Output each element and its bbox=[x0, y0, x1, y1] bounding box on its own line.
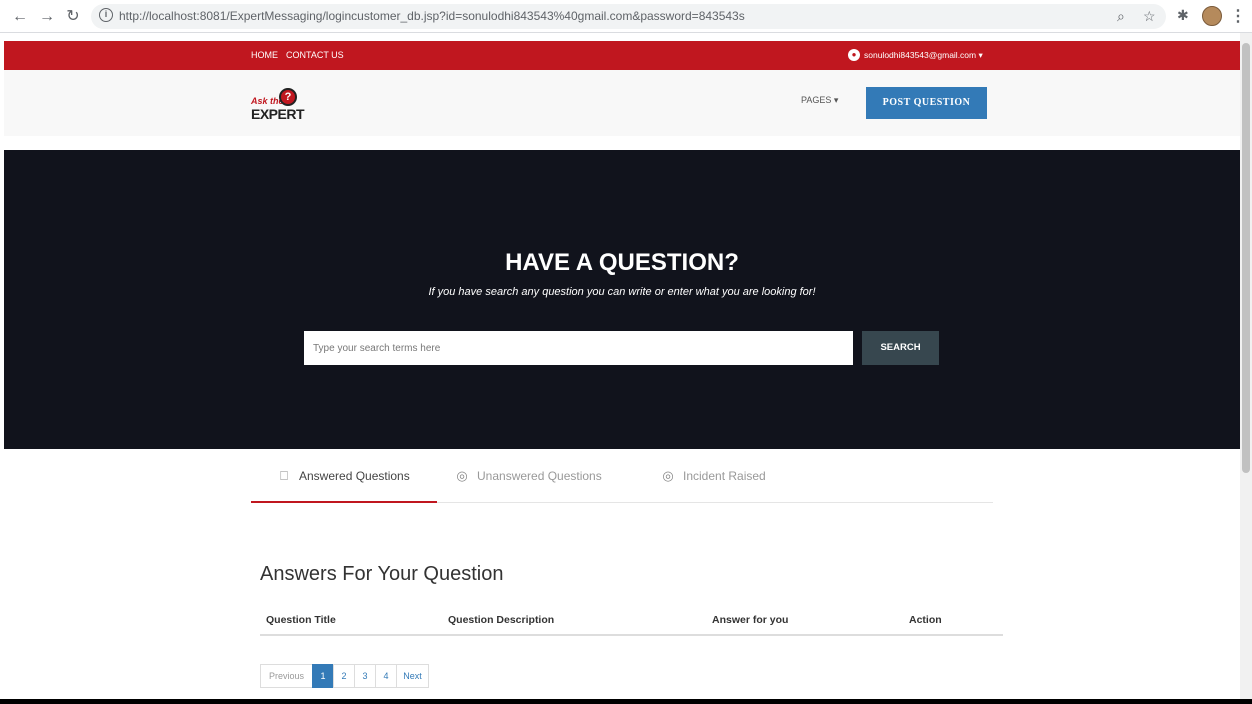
site-header: Ask the ? EXPERT PAGES ▾ POST QUESTION bbox=[4, 70, 1240, 136]
tab-label: Unanswered Questions bbox=[477, 469, 602, 483]
hero-section: HAVE A QUESTION? If you have search any … bbox=[4, 150, 1240, 449]
tab-answered-questions[interactable]: ⎕ Answered Questions bbox=[251, 450, 437, 503]
info-icon[interactable]: i bbox=[99, 8, 113, 22]
tab-label: Answered Questions bbox=[299, 469, 410, 483]
pagination: Previous 1 2 3 4 Next bbox=[260, 664, 429, 688]
answers-heading: Answers For Your Question bbox=[260, 563, 504, 585]
question-tabs: ⎕ Answered Questions ◎ Unanswered Question… bbox=[251, 450, 993, 503]
nav-contact-link[interactable]: CONTACT US bbox=[286, 50, 344, 60]
address-bar[interactable]: i http://localhost:8081/ExpertMessaging/… bbox=[91, 4, 1166, 29]
pagination-previous[interactable]: Previous bbox=[260, 664, 313, 688]
layers-icon: ◎ bbox=[456, 468, 468, 483]
browser-toolbar: ← → ↻ i http://localhost:8081/ExpertMess… bbox=[0, 0, 1252, 33]
profile-avatar[interactable] bbox=[1202, 6, 1222, 26]
answers-table-header: Question Title Question Description Answ… bbox=[260, 606, 1003, 636]
column-question-description: Question Description bbox=[448, 614, 555, 626]
user-icon: ● bbox=[848, 49, 860, 61]
extensions-puzzle-icon[interactable]: ✱ bbox=[1177, 7, 1189, 24]
tab-incident-raised[interactable]: ◎ Incident Raised bbox=[661, 450, 766, 503]
logo-question-mark: ? bbox=[279, 88, 297, 106]
pagination-page-3[interactable]: 3 bbox=[354, 664, 376, 688]
forward-arrow-icon[interactable]: → bbox=[37, 7, 57, 27]
nav-home-link[interactable]: HOME bbox=[251, 50, 278, 60]
column-question-title: Question Title bbox=[266, 614, 336, 626]
search-button[interactable]: SEARCH bbox=[862, 331, 939, 365]
hero-title: HAVE A QUESTION? bbox=[505, 249, 739, 276]
pagination-page-1[interactable]: 1 bbox=[312, 664, 334, 688]
pagination-page-2[interactable]: 2 bbox=[333, 664, 355, 688]
tab-unanswered-questions[interactable]: ◎ Unanswered Questions bbox=[455, 450, 602, 503]
pages-dropdown[interactable]: PAGES ▾ bbox=[801, 95, 838, 106]
zoom-icon[interactable]: ⌕ bbox=[1117, 8, 1125, 25]
pagination-next[interactable]: Next bbox=[396, 664, 429, 688]
bottom-edge bbox=[0, 699, 1252, 704]
logo-expert-text: EXPERT bbox=[251, 106, 305, 122]
bookmark-star-icon[interactable]: ☆ bbox=[1143, 8, 1156, 25]
reload-icon[interactable]: ↻ bbox=[63, 7, 83, 27]
column-answer-for-you: Answer for you bbox=[712, 614, 789, 626]
back-arrow-icon[interactable]: ← bbox=[10, 7, 30, 27]
post-question-button[interactable]: POST QUESTION bbox=[866, 87, 987, 119]
layers-icon: ◎ bbox=[662, 468, 674, 483]
ask-the-expert-logo[interactable]: Ask the ? EXPERT bbox=[251, 86, 311, 122]
user-account-dropdown[interactable]: sonulodhi843543@gmail.com ▾ bbox=[864, 50, 983, 61]
browser-menu-icon[interactable]: ⋮ bbox=[1230, 6, 1246, 26]
scrollbar-thumb[interactable] bbox=[1242, 43, 1250, 473]
address-url[interactable]: http://localhost:8081/ExpertMessaging/lo… bbox=[119, 9, 745, 23]
top-navbar: HOME CONTACT US ● sonulodhi843543@gmail.… bbox=[4, 41, 1240, 70]
hero-subtitle: If you have search any question you can … bbox=[428, 286, 816, 298]
pagination-page-4[interactable]: 4 bbox=[375, 664, 397, 688]
page-scrollbar[interactable] bbox=[1240, 33, 1252, 704]
bookmark-icon: ⎕ bbox=[280, 468, 288, 483]
tab-label: Incident Raised bbox=[683, 469, 766, 483]
search-input[interactable] bbox=[304, 331, 853, 365]
column-action: Action bbox=[909, 614, 942, 626]
